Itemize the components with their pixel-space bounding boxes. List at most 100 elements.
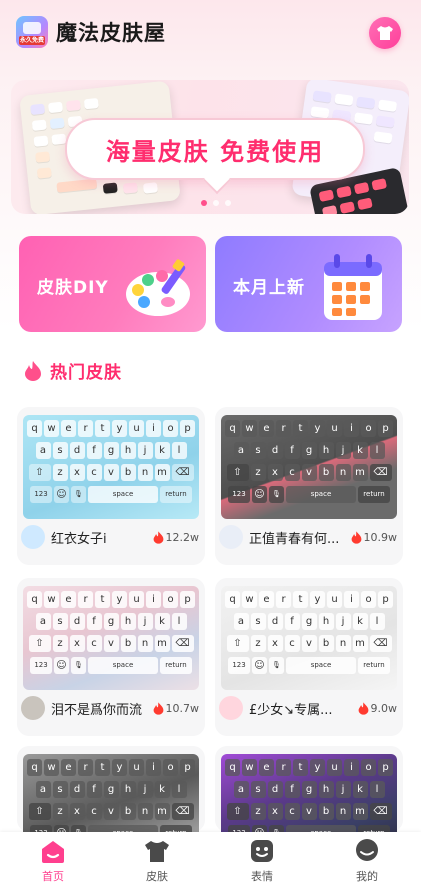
tshirt-icon [145,841,169,862]
promo-banner[interactable]: 海量皮肤 免费使用 [11,80,409,214]
key: j [335,613,351,630]
key: b [120,635,136,652]
skin-author: 正值青春有何... [249,531,340,547]
key: y [310,591,325,608]
pagination-dot[interactable] [213,200,219,206]
key: g [103,613,119,630]
key: b [318,803,334,820]
pagination-dot[interactable] [225,200,231,206]
key: z [250,464,266,481]
key: t [95,420,110,437]
skin-card[interactable]: qwertyuiopasdfghjkl⇧zxcvbnm⌫123☺🎙spacere… [215,578,403,736]
tab-skins[interactable]: 皮肤 [127,838,187,884]
shift-key-icon: ⇧ [226,635,249,652]
key: n [335,803,351,820]
key: c [284,635,300,652]
skin-author: £少女↘专属... [249,702,333,718]
skin-diy-card[interactable]: 皮肤DIY [19,236,206,332]
skin-button[interactable] [369,17,401,49]
key: d [69,781,85,798]
skin-meta: 正值青春有何... 10.9w [219,524,397,550]
new-this-month-label: 本月上新 [233,278,305,298]
key: o [361,591,376,608]
return-key: return [160,486,192,503]
key: v [301,464,317,481]
key: m [154,803,170,820]
key: l [171,613,187,630]
key: s [52,781,68,798]
key: r [78,420,93,437]
key: x [69,803,85,820]
key: u [129,591,144,608]
key: g [301,781,317,798]
key: q [27,591,42,608]
avatar[interactable] [219,696,243,720]
avatar[interactable] [219,525,243,549]
key: l [369,442,385,459]
key: y [112,591,127,608]
key: n [137,464,153,481]
key: j [137,613,153,630]
key: x [267,464,283,481]
palette-icon [126,259,190,316]
tab-profile[interactable]: 我的 [337,838,397,884]
key: z [52,464,68,481]
avatar[interactable] [21,525,45,549]
key: g [103,781,119,798]
key: z [52,635,68,652]
tab-stickers[interactable]: 表情 [232,838,292,884]
skin-card[interactable]: qwertyuiopasdfghjkl⇧zxcvbnm⌫123☺🎙spacere… [215,746,403,858]
avatar[interactable] [21,696,45,720]
mic-key-icon: 🎙 [71,657,86,674]
new-this-month-card[interactable]: 本月上新 [215,236,402,332]
key: f [86,781,102,798]
key: f [86,613,102,630]
pagination-dot[interactable] [201,200,207,206]
key: x [69,635,85,652]
key: c [86,803,102,820]
tab-profile-label: 我的 [356,870,378,883]
fire-icon [351,530,361,544]
emoji-key-icon: ☺ [54,657,69,674]
key: e [61,759,76,776]
key: t [293,420,308,437]
section-title: 热门皮肤 [50,363,122,383]
key: z [52,803,68,820]
emoji-key-icon: ☺ [252,486,267,503]
skin-card[interactable]: qwertyuiopasdfghjkl⇧zxcvbnm⌫123☺🎙spacere… [17,407,205,565]
skin-keyboard-preview: qwertyuiop asdfghjkl ⇧zxcvbnm⌫ 123☺🎙spacere… [221,415,397,519]
skin-author: 红衣女子i [51,531,107,547]
key: i [344,420,359,437]
key: i [344,591,359,608]
tab-skins-label: 皮肤 [146,870,168,883]
key: o [361,759,376,776]
key: u [129,420,144,437]
key: c [86,635,102,652]
key: x [267,635,283,652]
key: a [35,442,51,459]
skin-keyboard-preview: qwertyuiop asdfghjkl ⇧zxcvbnm⌫ 123☺🎙spacere… [23,586,199,690]
key: u [327,420,342,437]
key: m [154,464,170,481]
key: p [378,420,393,437]
app-title: 魔法皮肤屋 [56,21,166,45]
key: j [335,442,351,459]
num-key: 123 [228,657,250,674]
key: i [344,759,359,776]
key: y [112,420,127,437]
skin-card[interactable]: qwertyuiopasdfghjkl⇧zxcvbnm⌫123☺🎙spacere… [17,746,205,858]
key: r [276,759,291,776]
skin-card[interactable]: qwertyuiopasdfghjkl⇧zxcvbnm⌫123☺🎙spacere… [17,578,205,736]
key: e [259,591,274,608]
tab-home[interactable]: 首页 [23,838,83,884]
key: s [52,613,68,630]
key: c [284,803,300,820]
skin-card[interactable]: qwertyuiopasdfghjkl⇧zxcvbnm⌫123☺🎙spacere… [215,407,403,565]
key: a [233,781,249,798]
key: n [335,464,351,481]
key: r [78,759,93,776]
key: z [250,635,266,652]
key: e [259,759,274,776]
key: v [301,635,317,652]
key: f [284,442,300,459]
